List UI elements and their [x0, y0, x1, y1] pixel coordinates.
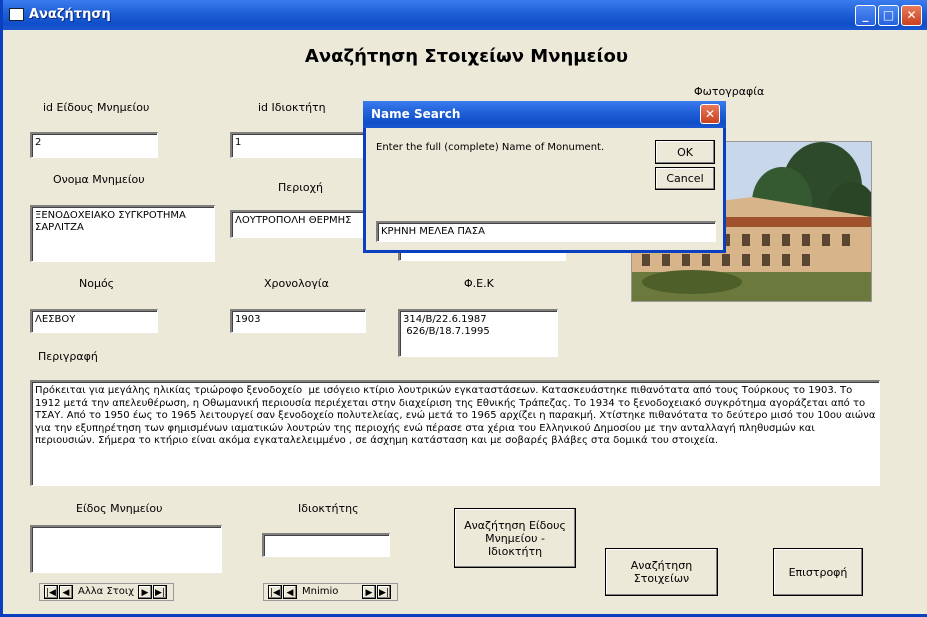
main-window: Αναζήτηση _ □ ✕ Αναζήτηση Στοιχείων Μνημ… — [0, 0, 927, 617]
description-label: Περιγραφή — [38, 350, 98, 363]
name-search-dialog: Name Search ✕ Enter the full (complete) … — [363, 101, 726, 253]
search-details-button[interactable]: Αναζήτηση Στοιχείων — [605, 548, 718, 596]
dialog-name-input[interactable]: ΚΡΗΝΗ ΜΕΛΕΑ ΠΑΣΑ — [376, 221, 716, 242]
dating-field[interactable]: 1903 — [230, 309, 366, 333]
fek-field[interactable]: 314/Β/22.6.1987 626/Β/18.7.1995 — [398, 309, 558, 357]
name-label: Ονομα Μνημείου — [53, 173, 145, 186]
close-button[interactable]: ✕ — [901, 5, 922, 26]
previous-record-icon[interactable]: ◀ — [283, 585, 297, 599]
region-field[interactable]: ΛΟΥΤΡΟΠΟΛΗ ΘΕΡΜΗΣ — [230, 210, 366, 238]
maximize-button[interactable]: □ — [878, 5, 899, 26]
fek-label: Φ.Ε.Κ — [464, 277, 494, 290]
description-field[interactable]: Πρόκειται για μεγάλης ηλικίας τριώροφο ξ… — [30, 380, 880, 486]
ok-button[interactable]: OK — [655, 140, 715, 164]
id-owner-label: id Ιδιοκτήτη — [258, 101, 326, 114]
title-bar[interactable]: Αναζήτηση _ □ ✕ — [3, 0, 927, 30]
dialog-title-bar[interactable]: Name Search ✕ — [363, 101, 726, 128]
monument-type-field[interactable] — [30, 525, 222, 573]
dialog-title: Name Search — [371, 107, 461, 121]
last-record-icon[interactable]: ▶| — [153, 585, 167, 599]
next-record-icon[interactable]: ▶ — [362, 585, 376, 599]
type-data-navigator[interactable]: |◀ ◀ Αλλα Στοιχ ▶ ▶| — [39, 583, 174, 601]
navigator-caption: Αλλα Στοιχ — [78, 586, 135, 597]
previous-record-icon[interactable]: ◀ — [59, 585, 73, 599]
window-title: Αναζήτηση — [29, 7, 111, 22]
owner-data-navigator[interactable]: |◀ ◀ Mnimio ▶ ▶| — [263, 583, 398, 601]
dating-label: Χρονολογία — [264, 277, 329, 290]
prefecture-label: Νομός — [79, 277, 115, 290]
owner-label: Ιδιοκτήτης — [298, 502, 359, 515]
prefecture-field[interactable]: ΛΕΣΒΟΥ — [30, 309, 158, 333]
region-label: Περιοχή — [278, 181, 323, 194]
cancel-button[interactable]: Cancel — [655, 167, 715, 190]
dialog-prompt: Enter the full (complete) Name of Monume… — [376, 142, 605, 153]
owner-field[interactable] — [262, 533, 390, 557]
next-record-icon[interactable]: ▶ — [138, 585, 152, 599]
id-owner-field[interactable]: 1 — [230, 132, 366, 158]
first-record-icon[interactable]: |◀ — [44, 585, 58, 599]
id-type-field[interactable]: 2 — [30, 132, 158, 158]
name-field[interactable]: ΞΕΝΟΔΟΧΕΙΑΚΟ ΣΥΓΚΡΟΤΗΜΑ ΣΑΡΛΙΤΖΑ — [30, 205, 215, 262]
minimize-button[interactable]: _ — [855, 5, 876, 26]
page-title: Αναζήτηση Στοιχείων Μνημείου — [304, 46, 629, 67]
last-record-icon[interactable]: ▶| — [377, 585, 391, 599]
id-type-label: id Είδους Μνημείου — [43, 101, 150, 114]
photo-label: Φωτογραφία — [694, 85, 765, 98]
search-type-owner-button[interactable]: Αναζήτηση Είδους Μνημείου - Ιδιοκτήτη — [454, 508, 576, 568]
back-button[interactable]: Επιστροφή — [773, 548, 863, 596]
navigator-caption: Mnimio — [302, 586, 339, 597]
monument-type-label: Είδος Μνημείου — [76, 502, 163, 515]
app-icon — [9, 8, 24, 21]
first-record-icon[interactable]: |◀ — [268, 585, 282, 599]
dialog-close-icon[interactable]: ✕ — [700, 104, 720, 124]
